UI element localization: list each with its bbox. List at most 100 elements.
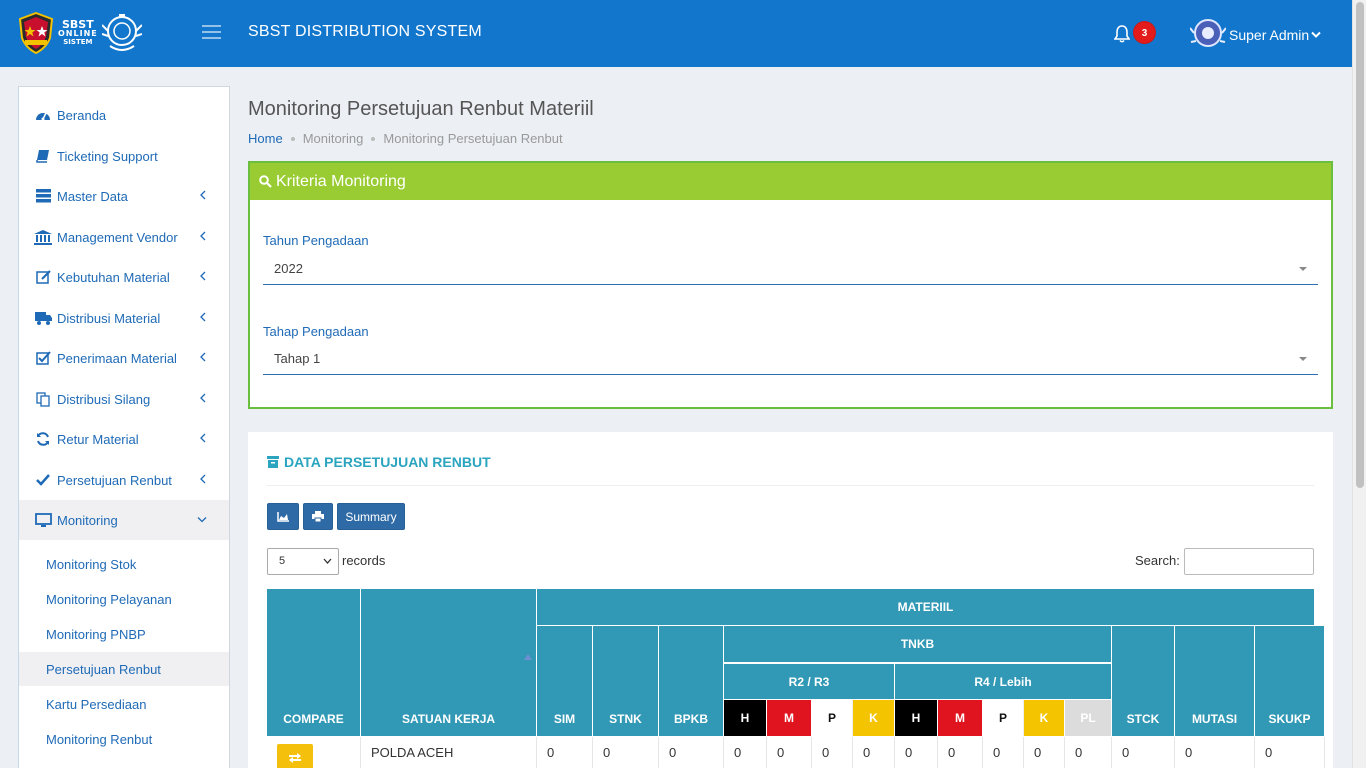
sidebar-subitem-monitoring-pnbp[interactable]: Monitoring PNBP: [19, 617, 229, 651]
search-input[interactable]: [1184, 548, 1314, 575]
chevron-left-icon: [200, 474, 206, 484]
print-icon: [312, 511, 324, 522]
sidebar-item-label: Management Vendor: [57, 229, 178, 245]
sidebar-item-persetujuan-renbut[interactable]: Persetujuan Renbut: [19, 460, 229, 500]
breadcrumb-current: Monitoring Persetujuan Renbut: [383, 131, 563, 146]
sidebar-item-monitoring[interactable]: Monitoring: [19, 500, 229, 540]
sidebar-item-label: Monitoring: [57, 512, 118, 528]
sidebar-item-label: Retur Material: [57, 431, 139, 447]
records-per-page-value: 5: [279, 555, 286, 567]
logo-line-1: SBST: [62, 17, 94, 31]
col-header-satuan-kerja-label: SATUAN KERJA: [401, 712, 496, 726]
chart-button[interactable]: [267, 503, 299, 530]
cell-mutasi: 0: [1175, 737, 1255, 768]
korlantas-emblem-icon: [101, 14, 142, 51]
col-header-materiil: MATERIIL: [537, 589, 1315, 626]
col-header-r2-m: M: [767, 700, 812, 736]
sidebar-item-label: Distribusi Material: [57, 310, 161, 326]
search-icon: [259, 175, 272, 188]
sidebar-subitem-kartu-persediaan[interactable]: Kartu Persediaan: [19, 687, 229, 721]
page-scrollbar[interactable]: [1352, 0, 1366, 768]
col-header-r2-k: K: [853, 700, 895, 736]
cell-r2-h: 0: [724, 737, 767, 768]
caret-down-icon: [1299, 357, 1307, 361]
cell-r2-k: 0: [853, 737, 895, 768]
compare-button[interactable]: [277, 744, 313, 768]
sidebar-item-label: Distribusi Silang: [57, 391, 151, 407]
sidebar-item-distribusi-material[interactable]: Distribusi Material: [19, 298, 229, 338]
chevron-left-icon: [200, 271, 206, 281]
app-logo[interactable]: SBST ONLINE SISTEM: [18, 12, 142, 54]
monitor-icon: [34, 512, 52, 527]
sidebar-item-penerimaan-material[interactable]: Penerimaan Material: [19, 338, 229, 378]
sidebar-item-master-data[interactable]: Master Data: [19, 176, 229, 216]
archive-icon: [267, 456, 279, 468]
dashboard-icon: [36, 112, 50, 121]
sidebar-item-management-vendor[interactable]: Management Vendor: [19, 217, 229, 257]
cell-r2-p: 0: [812, 737, 853, 768]
caret-down-icon: [1299, 267, 1307, 271]
top-navbar: SBST ONLINE SISTEM SBST DISTRIBUTION SYS…: [0, 0, 1352, 67]
col-header-r2-p: P: [812, 700, 853, 736]
sidebar-item-label: Master Data: [57, 188, 128, 204]
sidebar-toggle-button[interactable]: [202, 25, 221, 43]
sidebar-subitem-monitoring-stok[interactable]: Monitoring Stok: [19, 547, 229, 581]
user-menu-name[interactable]: Super Admin: [1229, 27, 1309, 43]
cell-stck: 0: [1112, 737, 1175, 768]
chevron-left-icon: [200, 190, 206, 200]
col-header-stnk: STNK: [593, 626, 659, 737]
scrollbar-thumb[interactable]: [1356, 2, 1364, 488]
col-header-r4-p: P: [983, 700, 1024, 736]
book-icon: [36, 150, 49, 163]
records-per-page-select[interactable]: 5: [267, 548, 339, 575]
sort-icon: [524, 654, 532, 660]
notification-count-badge[interactable]: 3: [1133, 21, 1156, 44]
col-header-bpkb: BPKB: [659, 626, 724, 737]
print-button[interactable]: [303, 503, 333, 530]
stage-select-value: Tahap 1: [274, 351, 321, 366]
logo-line-3: SISTEM: [63, 37, 93, 46]
check-square-icon: [35, 351, 51, 365]
sidebar-subitem-persetujuan-renbut[interactable]: Persetujuan Renbut: [19, 652, 229, 686]
breadcrumb-monitoring[interactable]: Monitoring: [303, 131, 364, 146]
sidebar-item-label: Persetujuan Renbut: [57, 472, 172, 488]
check-icon: [36, 474, 50, 486]
cell-r4-m: 0: [938, 737, 983, 768]
sidebar-item-ticketing-support[interactable]: Ticketing Support: [19, 136, 229, 176]
col-header-r4-k: K: [1024, 700, 1065, 736]
year-select-value: 2022: [274, 261, 303, 276]
col-header-sim: SIM: [537, 626, 593, 737]
notification-bell-icon[interactable]: [1114, 25, 1130, 43]
cell-bpkb: 0: [659, 737, 724, 768]
chevron-down-icon[interactable]: [1311, 31, 1321, 39]
sidebar-item-beranda[interactable]: Beranda: [19, 95, 229, 135]
col-header-skukp: SKUKP: [1255, 626, 1325, 737]
breadcrumb-home[interactable]: Home: [248, 131, 283, 146]
refresh-icon: [37, 432, 49, 446]
breadcrumb: Home Monitoring Monitoring Persetujuan R…: [248, 131, 563, 146]
sidebar-item-label: Penerimaan Material: [57, 350, 177, 366]
sidebar: Beranda Ticketing Support Master Data Ma…: [18, 86, 230, 768]
cell-r4-k: 0: [1024, 737, 1065, 768]
sidebar-item-distribusi-silang[interactable]: Distribusi Silang: [19, 379, 229, 419]
chevron-left-icon: [200, 352, 206, 362]
year-select[interactable]: 2022: [263, 253, 1318, 285]
stage-select[interactable]: Tahap 1: [263, 343, 1318, 375]
col-header-satuan-kerja[interactable]: SATUAN KERJA: [361, 589, 537, 737]
user-avatar[interactable]: [1190, 15, 1226, 51]
edit-icon: [35, 270, 51, 284]
summary-button[interactable]: Summary: [337, 503, 405, 530]
col-header-r4-lebih: R4 / Lebih: [895, 663, 1112, 700]
data-panel: DATA PERSETUJUAN RENBUT Summary 5 record…: [248, 432, 1333, 768]
sidebar-item-retur-material[interactable]: Retur Material: [19, 419, 229, 459]
chevron-left-icon: [200, 393, 206, 403]
cell-r4-pl: 0: [1065, 737, 1112, 768]
sidebar-item-kebutuhan-material[interactable]: Kebutuhan Material: [19, 257, 229, 297]
sidebar-subitem-monitoring-renbut[interactable]: Monitoring Renbut: [19, 722, 229, 756]
year-field-label: Tahun Pengadaan: [263, 233, 369, 248]
truck-icon: [34, 311, 52, 325]
col-header-r2-r3: R2 / R3: [724, 663, 895, 700]
records-label: records: [342, 553, 386, 568]
sidebar-subitem-monitoring-pelayanan[interactable]: Monitoring Pelayanan: [19, 582, 229, 616]
cell-skukp: 0: [1255, 737, 1325, 768]
